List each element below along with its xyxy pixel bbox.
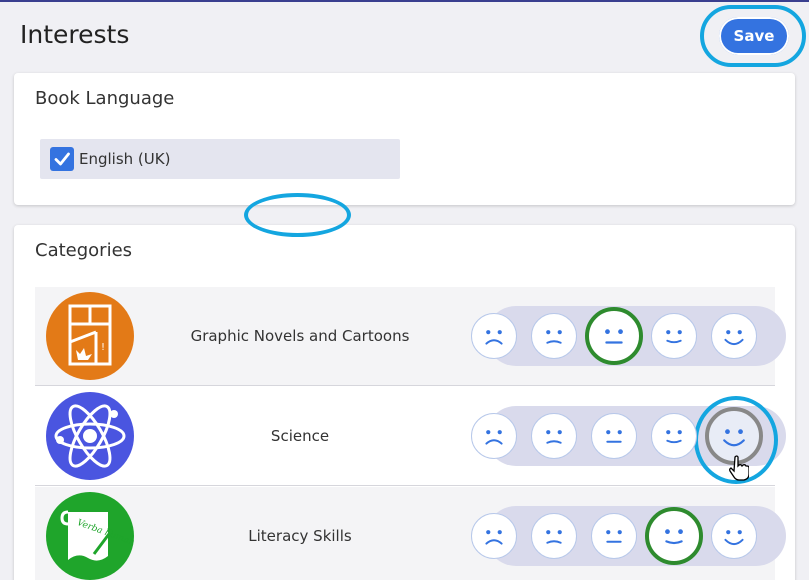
rating-face-neutral[interactable] <box>591 413 637 459</box>
svg-text:!: ! <box>101 342 105 353</box>
hand-cursor-icon <box>729 455 749 481</box>
categories-title: Categories <box>35 240 133 261</box>
rating-face-neutral[interactable] <box>585 307 643 365</box>
rating-face-very-sad[interactable] <box>471 513 517 559</box>
sad-face-icon <box>546 530 562 544</box>
atom-icon <box>46 392 134 480</box>
very-happy-face-icon <box>724 330 744 346</box>
row-divider <box>35 485 775 486</box>
rating-face-happy[interactable] <box>645 507 703 565</box>
rating-face-sad[interactable] <box>531 413 577 459</box>
rating-face-very-happy[interactable] <box>711 313 757 359</box>
rating-face-very-happy[interactable] <box>711 513 757 559</box>
neutral-face-icon <box>606 530 622 543</box>
language-option-english-uk[interactable]: English (UK) <box>40 139 400 179</box>
neutral-face-icon <box>605 329 623 344</box>
checkmark-icon <box>54 152 70 166</box>
language-checkbox[interactable] <box>50 147 74 171</box>
sad-face-icon <box>546 430 562 444</box>
happy-face-icon <box>666 430 682 444</box>
science-highlight-ring <box>244 193 351 237</box>
happy-face-icon <box>665 529 683 545</box>
rating-face-happy[interactable] <box>651 313 697 359</box>
sad-face-icon <box>546 330 562 344</box>
comic-book-icon: ! <box>46 292 134 380</box>
very-happy-face-icon <box>724 530 744 546</box>
very-sad-face-icon <box>485 330 503 345</box>
category-name: Graphic Novels and Cartoons <box>190 327 410 345</box>
very-happy-face-icon <box>723 429 745 447</box>
save-button[interactable]: Save <box>719 17 789 55</box>
very-sad-face-icon <box>485 430 503 445</box>
scroll-quill-icon: Verba humanum <box>46 492 134 580</box>
rating-face-sad[interactable] <box>531 513 577 559</box>
rating-face-very-sad[interactable] <box>471 313 517 359</box>
rating-face-sad[interactable] <box>531 313 577 359</box>
rating-face-happy[interactable] <box>651 413 697 459</box>
happy-face-icon <box>666 330 682 344</box>
category-name: Science <box>270 427 330 445</box>
rating-face-very-sad[interactable] <box>471 413 517 459</box>
language-label: English (UK) <box>79 150 171 168</box>
page-title: Interests <box>20 20 130 49</box>
row-divider <box>35 385 775 386</box>
book-language-card: Book Language English (UK) <box>14 73 795 205</box>
neutral-face-icon <box>606 430 622 443</box>
category-name: Literacy Skills <box>248 527 352 545</box>
rating-face-neutral[interactable] <box>591 513 637 559</box>
book-language-title: Book Language <box>35 88 175 109</box>
very-sad-face-icon <box>485 530 503 545</box>
